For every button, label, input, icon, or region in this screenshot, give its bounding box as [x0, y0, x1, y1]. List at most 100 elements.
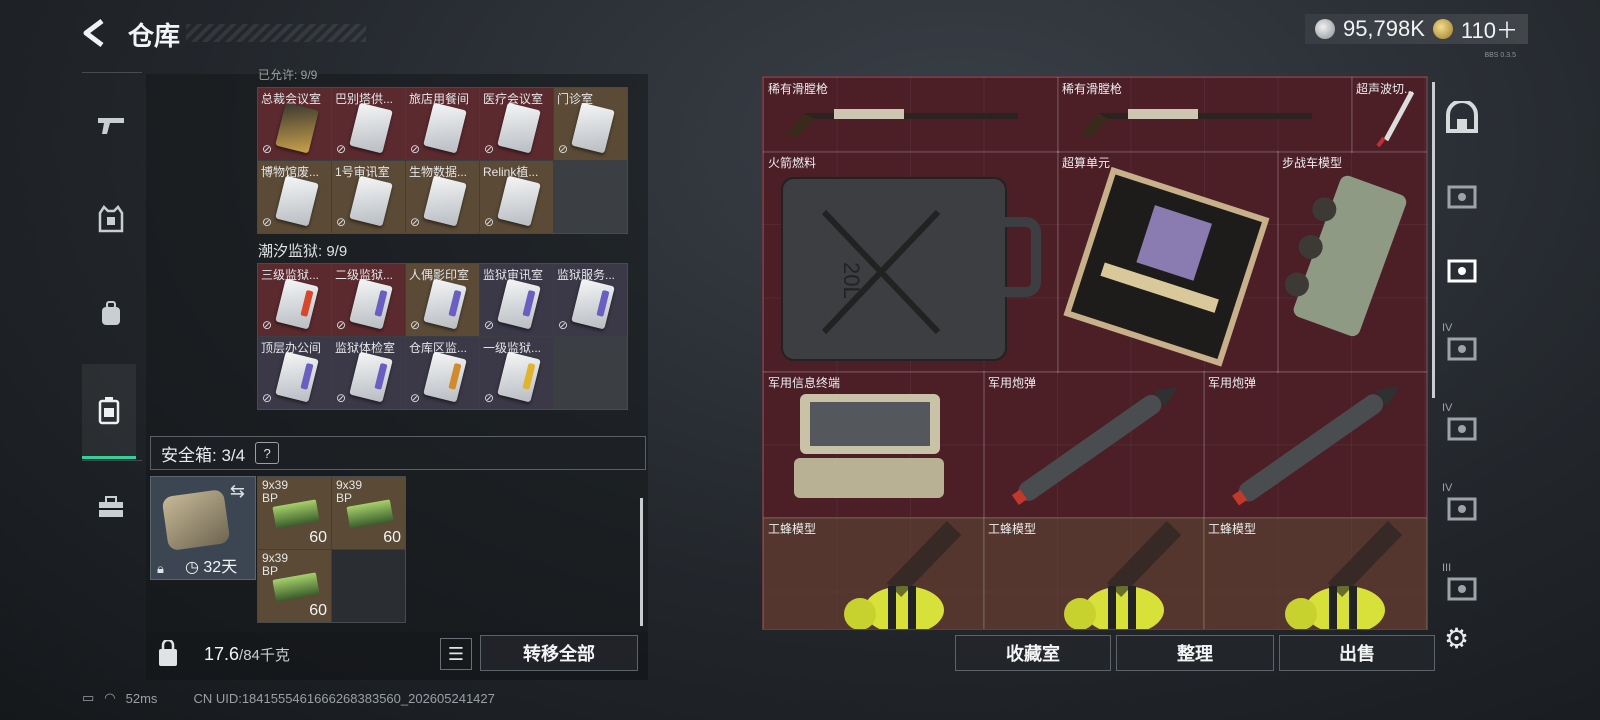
shelf-icon[interactable]: III	[1440, 562, 1484, 610]
keycard-slot[interactable]: 三级监狱... ⊘	[258, 264, 331, 336]
board-image	[1063, 166, 1270, 367]
keycard-slot[interactable]: 总裁会议室 ⊘	[258, 88, 331, 160]
keycard-stripe	[300, 362, 314, 390]
ammo-count: 60	[383, 529, 401, 546]
weight-value: 17.6	[204, 644, 240, 664]
keycard-slot[interactable]: 医疗会议室 ⊘	[480, 88, 553, 160]
left-category-sidebar	[82, 72, 142, 632]
partial-section-header: 已允许: 9/9	[258, 68, 318, 82]
ammo-slot[interactable]: 9x39 BP 60	[258, 550, 331, 622]
organize-button[interactable]: 整理	[1116, 635, 1274, 671]
keycard-slot[interactable]: 人偶影印室 ⊘	[406, 264, 479, 336]
weight-bag-icon	[156, 638, 180, 668]
keycard-slot[interactable]: 监狱审讯室 ⊘	[480, 264, 553, 336]
shelf-icon[interactable]	[1440, 248, 1484, 292]
storage-item-bee[interactable]: 工蜂模型	[763, 517, 985, 629]
keycard-slot[interactable]: 博物馆废... ⊘	[258, 161, 331, 233]
shelf-icon[interactable]: IV	[1440, 322, 1484, 370]
keycard-stripe	[522, 362, 536, 390]
storage-item-bee[interactable]: 工蜂模型	[1203, 517, 1427, 629]
keycard-grid-2: 三级监狱... ⊘ 二级监狱... ⊘ 人偶影印室 ⊘ 监狱审讯室 ⊘ 监狱服务... ⊘ 顶层办公…	[257, 263, 628, 410]
keycard-image	[497, 351, 541, 403]
collection-room-button[interactable]: 收藏室	[955, 635, 1111, 671]
no-sell-icon: ⊘	[410, 142, 421, 156]
shelf-icon[interactable]: IV	[1440, 482, 1484, 530]
tier-mark: IV	[1442, 482, 1453, 494]
back-arrow-icon[interactable]	[80, 18, 108, 48]
shelf-icon[interactable]: IV	[1440, 402, 1484, 450]
keycard-stripe	[300, 289, 314, 317]
keycard-slot[interactable]: 门诊室 ⊘	[554, 88, 627, 160]
storage-item-board[interactable]: 超算单元	[1057, 151, 1279, 373]
keycard-slot[interactable]: 二级监狱... ⊘	[332, 264, 405, 336]
storage-item-jerrycan[interactable]: 20L 火箭燃料	[763, 151, 1059, 373]
keycard-image	[423, 102, 467, 154]
vehicle-image	[1284, 175, 1407, 337]
storage-tab[interactable]	[82, 364, 136, 459]
keycard-slot[interactable]: 仓库区监... ⊘	[406, 337, 479, 409]
lock-icon: 🔒︎	[157, 561, 164, 576]
backpack-tab[interactable]	[88, 290, 134, 336]
storage-item-rifle[interactable]: 稀有滑膛枪	[1057, 77, 1353, 153]
divider	[82, 460, 142, 461]
ammo-name: 9x39 BP	[262, 551, 289, 578]
keycard-slot[interactable]: 生物数据... ⊘	[406, 161, 479, 233]
vault-icon[interactable]	[1440, 96, 1484, 140]
storage-item-tool[interactable]: 超声波切...	[1351, 77, 1427, 153]
storage-item-shell[interactable]: 军用炮弹	[983, 371, 1205, 519]
safe-box-header: 安全箱: 3/4 ?	[150, 436, 646, 470]
shelf-icon[interactable]	[1440, 174, 1484, 218]
transfer-all-button[interactable]: 转移全部	[480, 635, 638, 671]
shell-image	[1232, 385, 1400, 506]
no-sell-icon: ⊘	[558, 318, 569, 332]
settings-gear-icon[interactable]: ⚙	[1444, 622, 1480, 658]
no-sell-icon: ⊘	[336, 215, 347, 229]
list-view-button[interactable]: ☰	[440, 638, 472, 670]
swap-icon[interactable]: ⇆	[230, 481, 245, 502]
storage-grid: 稀有滑膛枪 稀有滑膛枪 超声波切... 20L 火箭燃料 超算单元 步战车模型 军用信息终端 军…	[762, 76, 1428, 630]
keycard-slot[interactable]: 监狱服务... ⊘	[554, 264, 627, 336]
version-label: BBS 0.3.5	[1484, 52, 1516, 59]
storage-item-terminal[interactable]: 军用信息终端	[763, 371, 985, 519]
keycard-image	[349, 351, 393, 403]
keycard-slot[interactable]: 旅店用餐间 ⊘	[406, 88, 479, 160]
keycard-slot[interactable]: 1号审讯室 ⊘	[332, 161, 405, 233]
weight-max: /84千克	[239, 647, 290, 664]
ammo-slot[interactable]: 9x39 BP 60	[332, 477, 405, 549]
currency-bar[interactable]: 95,798K 110＋	[1304, 13, 1528, 45]
storage-item-bee[interactable]: 工蜂模型	[983, 517, 1205, 629]
keycard-stripe	[374, 289, 388, 317]
status-bar: ▭ ◠ 52ms CN UID:1841555461666268383560_2…	[82, 690, 495, 706]
storage-scrollbar[interactable]	[1432, 82, 1435, 398]
keycard-slot[interactable]: 巴别塔供... ⊘	[332, 88, 405, 160]
armor-tab[interactable]	[88, 196, 134, 242]
storage-item-shell[interactable]: 军用炮弹	[1203, 371, 1427, 519]
keycard-image	[349, 175, 393, 227]
silver-coin-icon	[1314, 19, 1335, 39]
keycard-slot[interactable]: Relink植... ⊘	[480, 161, 553, 233]
keycard-slot[interactable]: 一级监狱... ⊘	[480, 337, 553, 409]
help-button[interactable]: ?	[255, 442, 280, 464]
safe-box-slot[interactable]: ⇆ 🔒︎ ◷ 32天	[150, 476, 256, 580]
gold-amount[interactable]: 110＋	[1461, 13, 1518, 45]
keycard-slot[interactable]: 监狱体检室 ⊘	[332, 337, 405, 409]
toolbox-tab[interactable]	[88, 484, 134, 530]
tier-mark: IV	[1442, 322, 1453, 334]
weapon-tab[interactable]	[88, 102, 134, 148]
ammo-slot[interactable]: 9x39 BP 60	[258, 477, 331, 549]
storage-item-rifle[interactable]: 稀有滑膛枪	[763, 77, 1059, 153]
tier-mark: IV	[1442, 402, 1453, 414]
no-sell-icon: ⊘	[262, 215, 273, 229]
keycard-slot[interactable]: 顶层办公间 ⊘	[258, 337, 331, 409]
storage-item-vehicle[interactable]: 步战车模型	[1277, 151, 1427, 373]
item-name: 稀有滑膛枪	[768, 82, 829, 96]
safe-box-image	[161, 488, 231, 552]
title-decoration	[186, 24, 366, 42]
keycard-image	[497, 175, 541, 227]
empty-slot[interactable]	[332, 550, 405, 622]
item-name: 步战车模型	[1282, 156, 1343, 170]
keycard-image	[275, 278, 319, 330]
sell-button[interactable]: 出售	[1279, 635, 1435, 671]
left-scrollbar[interactable]	[640, 498, 643, 626]
keycard-image	[275, 351, 319, 403]
